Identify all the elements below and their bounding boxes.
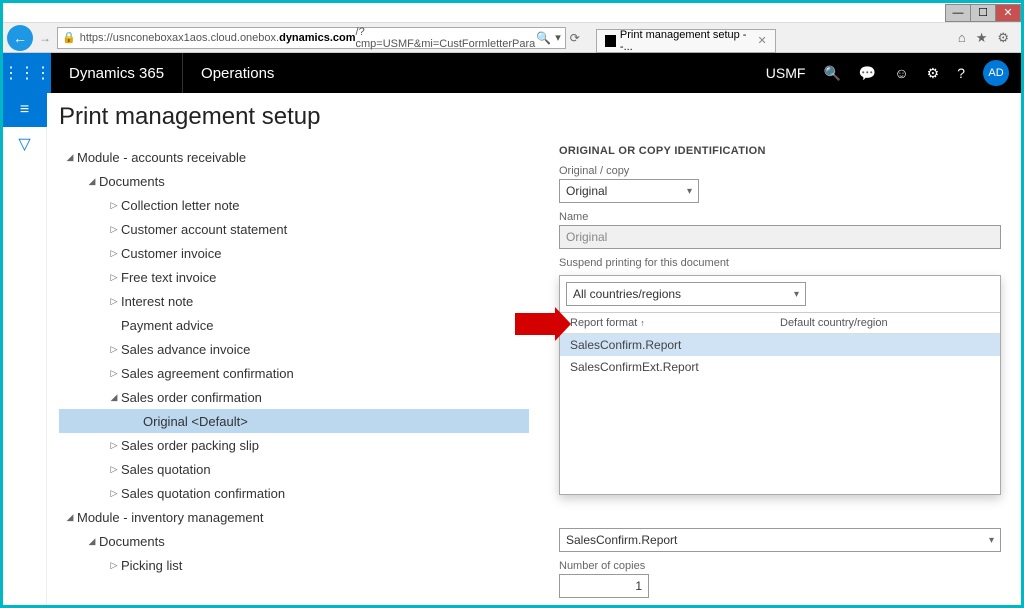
lookup-filter-select[interactable]: All countries/regions▾: [566, 282, 806, 306]
area-label[interactable]: Operations: [183, 53, 292, 93]
url-host: dynamics.com: [279, 32, 355, 44]
header-messages-icon[interactable]: 💬: [859, 65, 876, 82]
tree-node-sales-quotation[interactable]: ▷Sales quotation: [59, 457, 529, 481]
tree-node-collection-letter[interactable]: ▷Collection letter note: [59, 193, 529, 217]
detail-form: ORIGINAL OR COPY IDENTIFICATION Original…: [559, 145, 1001, 605]
tree-node-documents-inv[interactable]: ◢Documents: [59, 529, 529, 553]
tree-node-documents-ar[interactable]: ◢Documents: [59, 169, 529, 193]
original-copy-select[interactable]: Original▾: [559, 179, 699, 203]
url-host-pre: usnconeboxax1aos.cloud.onebox.: [113, 32, 279, 44]
window-minimize-button[interactable]: —: [945, 4, 971, 22]
tree-view: ◢Module - accounts receivable ◢Documents…: [59, 145, 529, 605]
name-label: Name: [559, 211, 1001, 223]
browser-toolbar: ← → 🔒 https://usnconeboxax1aos.cloud.one…: [3, 23, 1021, 53]
tree-node-interest-note[interactable]: ▷Interest note: [59, 289, 529, 313]
nav-hamburger-button[interactable]: ≡: [3, 93, 47, 127]
company-picker[interactable]: USMF: [766, 65, 806, 81]
tree-node-sales-packing-slip[interactable]: ▷Sales order packing slip: [59, 433, 529, 457]
header-settings-icon[interactable]: ⚙: [927, 65, 940, 82]
app-launcher-button[interactable]: ⋮⋮⋮: [3, 53, 51, 93]
browser-back-button[interactable]: ←: [7, 25, 33, 51]
tab-title: Print management setup --...: [620, 29, 750, 53]
chevron-down-icon: ▾: [794, 289, 799, 300]
original-copy-label: Original / copy: [559, 165, 1001, 177]
nav-filter-icon[interactable]: ▽: [3, 127, 47, 161]
copies-input[interactable]: [559, 574, 649, 598]
tree-node-sales-advance-invoice[interactable]: ▷Sales advance invoice: [59, 337, 529, 361]
col-report-format[interactable]: Report format ↑: [570, 317, 780, 329]
tree-node-sales-quotation-conf[interactable]: ▷Sales quotation confirmation: [59, 481, 529, 505]
brand-label: Dynamics 365: [51, 53, 183, 93]
header-feedback-icon[interactable]: ☺: [894, 65, 908, 81]
tree-node-payment-advice[interactable]: ▷Payment advice: [59, 313, 529, 337]
report-format-lookup: All countries/regions▾ Report format ↑ D…: [559, 275, 1001, 495]
chevron-down-icon: ▾: [989, 535, 994, 546]
callout-arrow: [515, 313, 555, 335]
tree-node-original-default[interactable]: ▷Original <Default>: [59, 409, 529, 433]
tree-node-picking-list[interactable]: ▷Picking list: [59, 553, 529, 577]
address-bar[interactable]: 🔒 https://usnconeboxax1aos.cloud.onebox.…: [57, 27, 566, 49]
tree-node-module-ar[interactable]: ◢Module - accounts receivable: [59, 145, 529, 169]
tab-close-icon[interactable]: ✕: [758, 34, 767, 47]
tree-node-cust-statement[interactable]: ▷Customer account statement: [59, 217, 529, 241]
tree-node-free-text-invoice[interactable]: ▷Free text invoice: [59, 265, 529, 289]
lookup-row[interactable]: SalesConfirmExt.Report: [560, 356, 1000, 378]
suspend-label: Suspend printing for this document: [559, 257, 1001, 269]
sort-asc-icon: ↑: [640, 318, 645, 328]
lookup-grid-body[interactable]: SalesConfirm.Report SalesConfirmExt.Repo…: [560, 334, 1000, 494]
window-titlebar: — ☐ ✕: [3, 3, 1021, 23]
col-default-region[interactable]: Default country/region: [780, 317, 990, 329]
tree-node-sales-agreement-conf[interactable]: ▷Sales agreement confirmation: [59, 361, 529, 385]
app-header: ⋮⋮⋮ Dynamics 365 Operations USMF 🔍 💬 ☺ ⚙…: [3, 53, 1021, 93]
user-avatar[interactable]: AD: [983, 60, 1009, 86]
url-path: /?cmp=USMF&mi=CustFormletterPara: [356, 26, 536, 50]
url-prefix: https://: [80, 32, 113, 44]
browser-forward-button[interactable]: →: [37, 30, 53, 46]
report-format-select[interactable]: SalesConfirm.Report▾: [559, 528, 1001, 552]
tree-node-module-inv[interactable]: ◢Module - inventory management: [59, 505, 529, 529]
header-help-icon[interactable]: ?: [957, 65, 965, 81]
browser-tools-icon[interactable]: ⚙: [997, 30, 1009, 46]
page-title: Print management setup: [59, 103, 1001, 131]
tree-node-sales-order-conf[interactable]: ◢Sales order confirmation: [59, 385, 529, 409]
browser-home-icon[interactable]: ⌂: [958, 30, 966, 46]
section-title: ORIGINAL OR COPY IDENTIFICATION: [559, 145, 1001, 157]
name-input: Original: [559, 225, 1001, 249]
window-maximize-button[interactable]: ☐: [970, 4, 996, 22]
copies-label: Number of copies: [559, 560, 1001, 572]
header-search-icon[interactable]: 🔍: [823, 65, 840, 82]
tab-favicon: [605, 35, 616, 47]
browser-refresh-button[interactable]: ⟳: [570, 31, 586, 45]
lock-icon: 🔒: [62, 31, 76, 44]
tree-node-cust-invoice[interactable]: ▷Customer invoice: [59, 241, 529, 265]
chevron-down-icon: ▾: [687, 186, 692, 197]
browser-tab[interactable]: Print management setup --... ✕: [596, 29, 776, 53]
window-close-button[interactable]: ✕: [995, 4, 1021, 22]
lookup-grid-header: Report format ↑ Default country/region: [560, 313, 1000, 334]
browser-favorites-icon[interactable]: ★: [976, 30, 988, 46]
lookup-row[interactable]: SalesConfirm.Report: [560, 334, 1000, 356]
address-search-icon[interactable]: 🔍: [536, 31, 551, 45]
left-rail: ≡ ▽: [3, 93, 47, 605]
